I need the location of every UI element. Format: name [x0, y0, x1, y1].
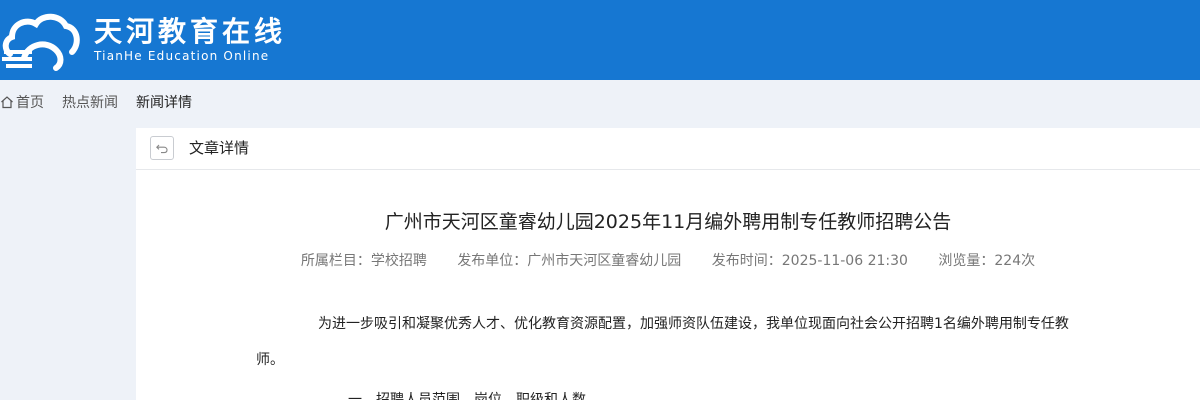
site-subtitle: TianHe Education Online — [94, 49, 270, 63]
article-panel: 文章详情 广州市天河区童睿幼儿园2025年11月编外聘用制专任教师招聘公告 所属… — [136, 128, 1200, 400]
panel-title: 文章详情 — [189, 139, 250, 157]
article-title: 广州市天河区童睿幼儿园2025年11月编外聘用制专任教师招聘公告 — [384, 211, 952, 233]
breadcrumb-home[interactable]: 首页 — [0, 92, 44, 112]
meta-category: 所属栏目：学校招聘 — [300, 253, 427, 269]
back-button[interactable] — [150, 136, 174, 160]
home-icon — [1, 96, 13, 109]
meta-views: 浏览量：224次 — [938, 253, 1036, 269]
article-paragraph: 为进一步吸引和凝聚优秀人才、优化教育资源配置，加强师资队伍建设，我单位现面向社会… — [256, 316, 1069, 368]
article-meta: 所属栏目：学校招聘 发布单位：广州市天河区童睿幼儿园 发布时间：2025-11-… — [136, 250, 1200, 272]
article-section-heading: 一、招聘人员范围、岗位、职级和人数 — [348, 392, 586, 400]
breadcrumb-home-label: 首页 — [16, 95, 44, 111]
site-title: 天河教育在线 — [94, 15, 287, 48]
breadcrumb-news-detail: 新闻详情 — [136, 95, 192, 111]
logo-cloud-icon — [2, 13, 80, 71]
panel-header: 文章详情 — [136, 128, 1200, 170]
breadcrumb-hot-news[interactable]: 热点新闻 — [62, 92, 118, 112]
breadcrumb: 首页 热点新闻 新闻详情 — [0, 88, 210, 116]
meta-time: 发布时间：2025-11-06 21:30 — [711, 253, 908, 269]
site-header: 天河教育在线 TianHe Education Online — [0, 0, 1200, 80]
undo-icon — [156, 144, 168, 154]
meta-publisher: 发布单位：广州市天河区童睿幼儿园 — [457, 253, 682, 269]
left-sidebar — [0, 128, 136, 400]
